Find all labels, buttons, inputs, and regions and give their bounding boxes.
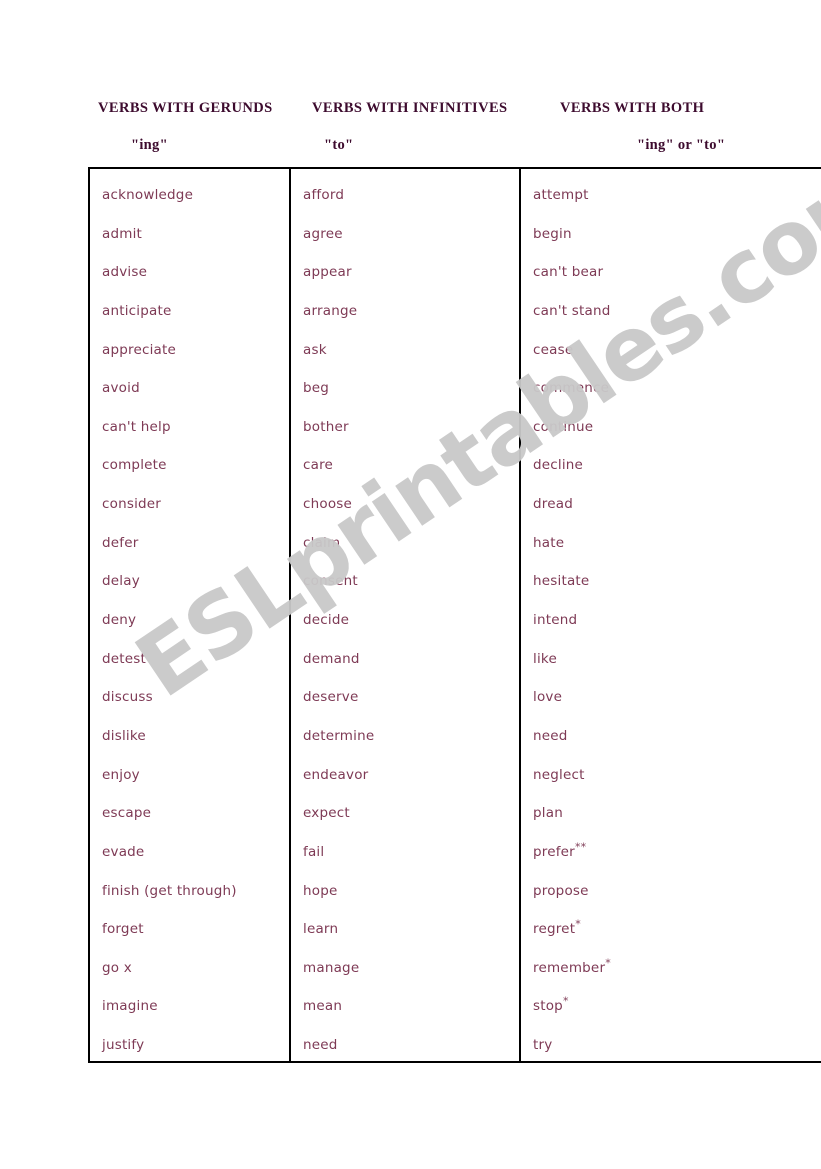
verb-entry: justify <box>102 1037 145 1054</box>
verb-entry: arrange <box>303 302 358 319</box>
verb-entry: mean <box>303 998 343 1015</box>
footnote-marker: * <box>605 956 611 970</box>
verb-entry: like <box>533 650 557 667</box>
footnote-marker: * <box>562 994 569 1008</box>
verb-entry: consider <box>102 496 162 513</box>
verb-entry: hate <box>533 534 565 551</box>
verb-entry: decide <box>303 612 350 629</box>
column-header-infinitives: VERBS WITH INFINITIVES <box>312 100 508 116</box>
verb-entry: defer <box>102 534 139 551</box>
verb-entry: agree <box>303 225 343 242</box>
verb-entry: evade <box>102 843 145 860</box>
verb-entry: love <box>533 689 563 706</box>
column-subheader-infinitives: "to" <box>324 137 354 153</box>
verb-entry: can't bear <box>533 264 604 281</box>
verb-entry: commence <box>533 380 610 397</box>
verb-entry: go x <box>102 959 132 976</box>
footnote-marker: ** <box>574 840 587 854</box>
verb-entry: hope <box>303 882 338 899</box>
verb-entry: escape <box>102 805 152 822</box>
verb-entry: appreciate <box>102 341 177 358</box>
column-subheader-gerunds: "ing" <box>131 137 168 153</box>
verb-entry: deny <box>102 612 137 629</box>
verb-entry: care <box>303 457 334 474</box>
verb-entry: imagine <box>102 998 158 1015</box>
verb-entry: regret* <box>533 917 581 938</box>
column-header-both: VERBS WITH BOTH <box>560 100 705 116</box>
verb-entry: begin <box>533 225 572 242</box>
column-header-gerunds: VERBS WITH GERUNDS <box>98 100 273 116</box>
verb-entry: discuss <box>102 689 153 706</box>
verb-entry: avoid <box>102 380 140 397</box>
verb-entry: detest <box>102 650 147 667</box>
verb-entry: fail <box>303 843 325 860</box>
verb-entry: deserve <box>303 689 359 706</box>
verb-entry: admit <box>102 225 143 242</box>
verb-entry: propose <box>533 882 589 899</box>
verb-entry: dread <box>533 496 573 513</box>
verb-entry: attempt <box>533 187 589 203</box>
verb-entry: claim <box>303 534 341 551</box>
verb-entry: can't stand <box>533 302 611 319</box>
verb-entry: can't help <box>102 418 171 435</box>
verb-column-both: attempt begin can't bear can't stand cease co… <box>521 169 821 1061</box>
worksheet-page: VERBS WITH GERUNDS "ing" VERBS WITH INFI… <box>0 0 821 1169</box>
verb-entry: consent <box>303 573 358 590</box>
verb-entry: ask <box>303 341 327 358</box>
verb-entry: neglect <box>533 766 585 783</box>
verb-entry: forget <box>102 921 144 938</box>
verb-entry: afford <box>303 187 345 203</box>
verb-column-gerunds: acknowledge admit advise anticipate apprecia… <box>90 169 291 1061</box>
verb-entry: hesitate <box>533 573 590 590</box>
verb-entry: beg <box>303 380 330 397</box>
verb-entry: expect <box>303 805 350 822</box>
verb-entry: enjoy <box>102 766 140 783</box>
verb-entry: cease <box>533 341 574 358</box>
verb-column-infinitives: afford agree appear arrange ask beg bother care… <box>291 169 521 1061</box>
verb-entry: learn <box>303 921 339 938</box>
verb-entry: acknowledge <box>102 187 194 203</box>
verb-entry: decline <box>533 457 584 474</box>
verb-entry: dislike <box>102 727 146 744</box>
verb-entry: manage <box>303 959 360 976</box>
verb-entry: demand <box>303 650 360 667</box>
verb-entry: plan <box>533 805 563 822</box>
verb-entry: determine <box>303 727 375 744</box>
verb-entry: intend <box>533 612 578 629</box>
column-subheader-both: "ing" or "to" <box>637 137 726 153</box>
verb-entry: try <box>533 1037 553 1054</box>
verb-entry: stop* <box>533 994 569 1015</box>
verb-entry: bother <box>303 418 349 435</box>
verb-entry: advise <box>102 264 148 281</box>
verb-entry: complete <box>102 457 167 474</box>
verb-table: acknowledge admit advise anticipate apprecia… <box>88 167 821 1063</box>
verb-entry: continue <box>533 418 594 435</box>
verb-entry: prefer** <box>533 840 587 860</box>
verb-entry: delay <box>102 573 140 590</box>
verb-entry: anticipate <box>102 302 172 319</box>
verb-entry: need <box>303 1037 338 1054</box>
footnote-marker: * <box>575 917 581 931</box>
verb-entry: endeavor <box>303 766 369 783</box>
verb-entry: remember* <box>533 956 611 976</box>
verb-entry: choose <box>303 496 353 513</box>
verb-entry: appear <box>303 264 352 281</box>
verb-entry: finish (get through) <box>102 882 237 899</box>
verb-entry: need <box>533 727 568 744</box>
